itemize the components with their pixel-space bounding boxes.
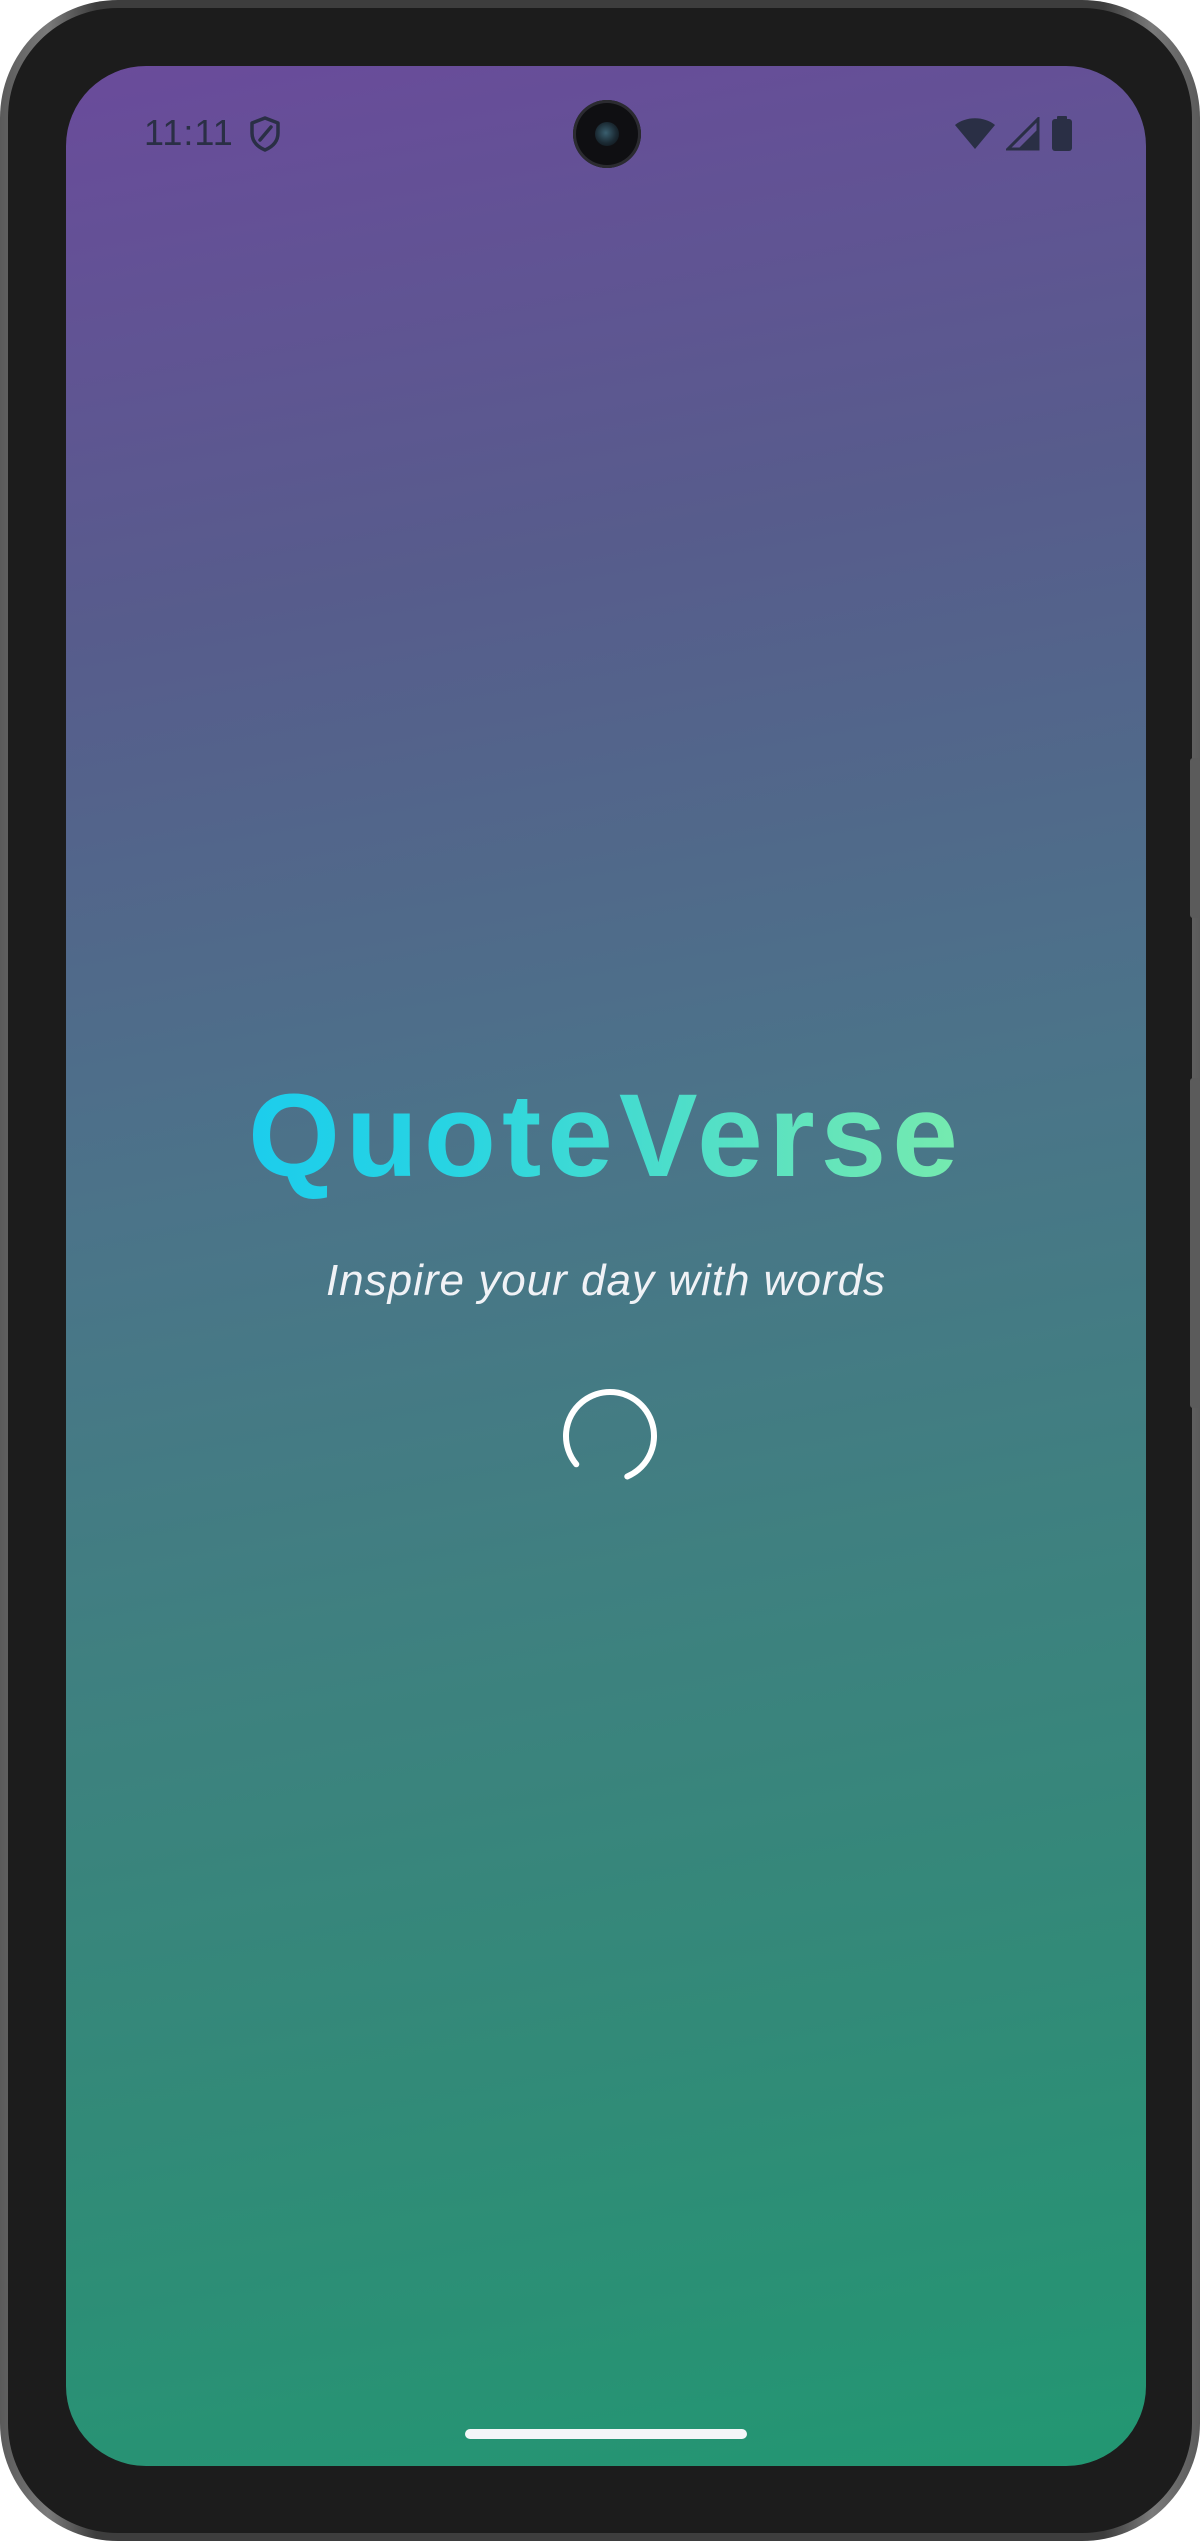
power-button bbox=[1190, 1078, 1200, 1408]
tagline: Inspire your day with words bbox=[325, 1256, 887, 1305]
spinner-icon bbox=[563, 1389, 657, 1483]
home-indicator[interactable] bbox=[465, 2429, 747, 2439]
volume-button bbox=[1190, 758, 1200, 918]
splash-content: QuoteVerse Inspire your day with words bbox=[66, 66, 1146, 2466]
phone-bezel: 11:11 QuoteVerse Inspire your day with w… bbox=[8, 8, 1200, 2533]
screen: 11:11 QuoteVerse Inspire your day with w… bbox=[66, 66, 1146, 2466]
phone-frame: 11:11 QuoteVerse Inspire your day with w… bbox=[0, 0, 1200, 2541]
app-title: QuoteVerse bbox=[66, 1066, 1146, 1206]
